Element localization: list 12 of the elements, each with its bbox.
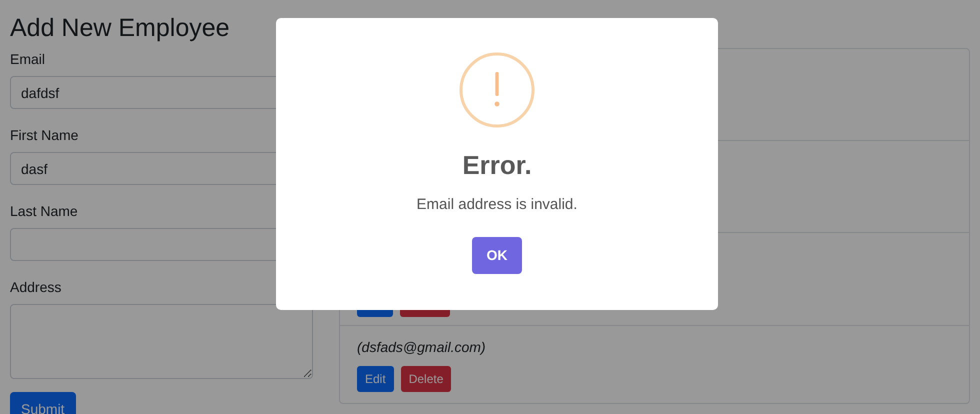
dialog-title: Error. (462, 149, 532, 182)
employee-email: (dsfads@gmail.com) (357, 338, 486, 357)
field-label: First Name (10, 126, 78, 145)
ok-button[interactable]: OK (472, 236, 522, 274)
dialog-message: Email address is invalid. (416, 195, 578, 215)
page-title: Add New Employee (10, 13, 230, 43)
submit-button[interactable]: Submit (10, 392, 76, 414)
field-label: Last Name (10, 202, 78, 221)
field-label: Email (10, 50, 46, 69)
field-label: Address (10, 278, 62, 297)
edit-button[interactable]: Edit (357, 366, 394, 392)
delete-button[interactable]: Delete (400, 366, 452, 392)
